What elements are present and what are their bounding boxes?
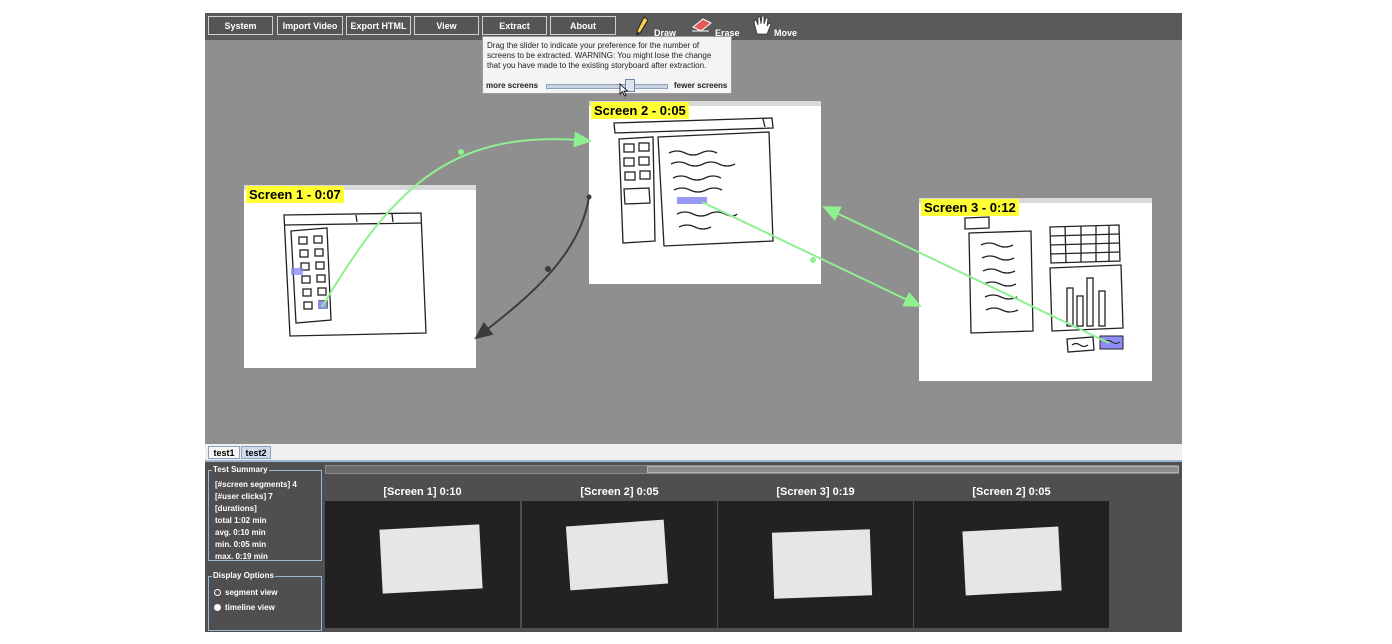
video-frame [325, 501, 520, 628]
segment-label: [Screen 1] 0:10 [383, 486, 462, 498]
timeline-scrollbar[interactable] [325, 465, 1179, 474]
flow-midpoint[interactable] [545, 266, 551, 272]
test-details-panel: Test Summary [#screen segments] 4 [#user… [205, 460, 1182, 632]
flow-midpoint[interactable] [810, 257, 816, 263]
flow-arrow-1-to-2[interactable] [321, 131, 592, 308]
flow-arrow-2-to-3[interactable] [701, 201, 922, 307]
extract-slider-popup: Drag the slider to indicate your prefere… [482, 36, 732, 97]
flow-arrow-2-to-1[interactable] [474, 196, 590, 340]
summary-line: total 1:02 min [215, 516, 267, 525]
summary-line: avg. 0:10 min [215, 528, 266, 537]
more-screens-label: more screens [486, 81, 539, 90]
screen-count-slider[interactable] [546, 84, 668, 89]
paper-image [771, 529, 873, 599]
timeline-view-label[interactable]: timeline view [225, 603, 275, 612]
scrollbar-thumb[interactable] [647, 466, 1179, 473]
timeline-view-radio[interactable] [214, 604, 221, 611]
app-window: System Import Video Export HTML View Ext… [205, 13, 1182, 632]
video-frame [718, 501, 913, 628]
display-options-group: Display Options segment view timeline vi… [208, 571, 322, 631]
segment-view-radio[interactable] [214, 589, 221, 596]
segment-label: [Screen 2] 0:05 [972, 486, 1051, 498]
display-options-title: Display Options [212, 571, 275, 580]
summary-line: [durations] [215, 504, 257, 513]
summary-line: max. 0:19 min [215, 552, 268, 561]
cursor-icon [619, 83, 629, 97]
paper-image [962, 526, 1062, 596]
summary-line: min. 0:05 min [215, 540, 267, 549]
segment-label: [Screen 2] 0:05 [580, 486, 659, 498]
summary-line: [#screen segments] 4 [215, 480, 297, 489]
extract-warning-text: Drag the slider to indicate your prefere… [487, 41, 712, 70]
test-summary-title: Test Summary [212, 465, 269, 474]
flow-midpoint[interactable] [458, 149, 464, 155]
flow-arrow-3-to-2[interactable] [822, 206, 1110, 344]
tab-test2[interactable]: test2 [241, 446, 271, 459]
paper-image [565, 519, 669, 591]
paper-image [379, 524, 483, 594]
video-frame [914, 501, 1109, 628]
video-frame [522, 501, 717, 628]
fewer-screens-label: fewer screens [674, 81, 728, 90]
flow-endpoint[interactable] [586, 194, 592, 200]
test-tabs: test1 test2 [205, 444, 1182, 460]
summary-line: [#user clicks] 7 [215, 492, 273, 501]
tab-test1[interactable]: test1 [208, 446, 240, 459]
segment-view-label[interactable]: segment view [225, 588, 277, 597]
test-summary-group: Test Summary [#screen segments] 4 [#user… [208, 465, 322, 561]
segment-label: [Screen 3] 0:19 [776, 486, 855, 498]
